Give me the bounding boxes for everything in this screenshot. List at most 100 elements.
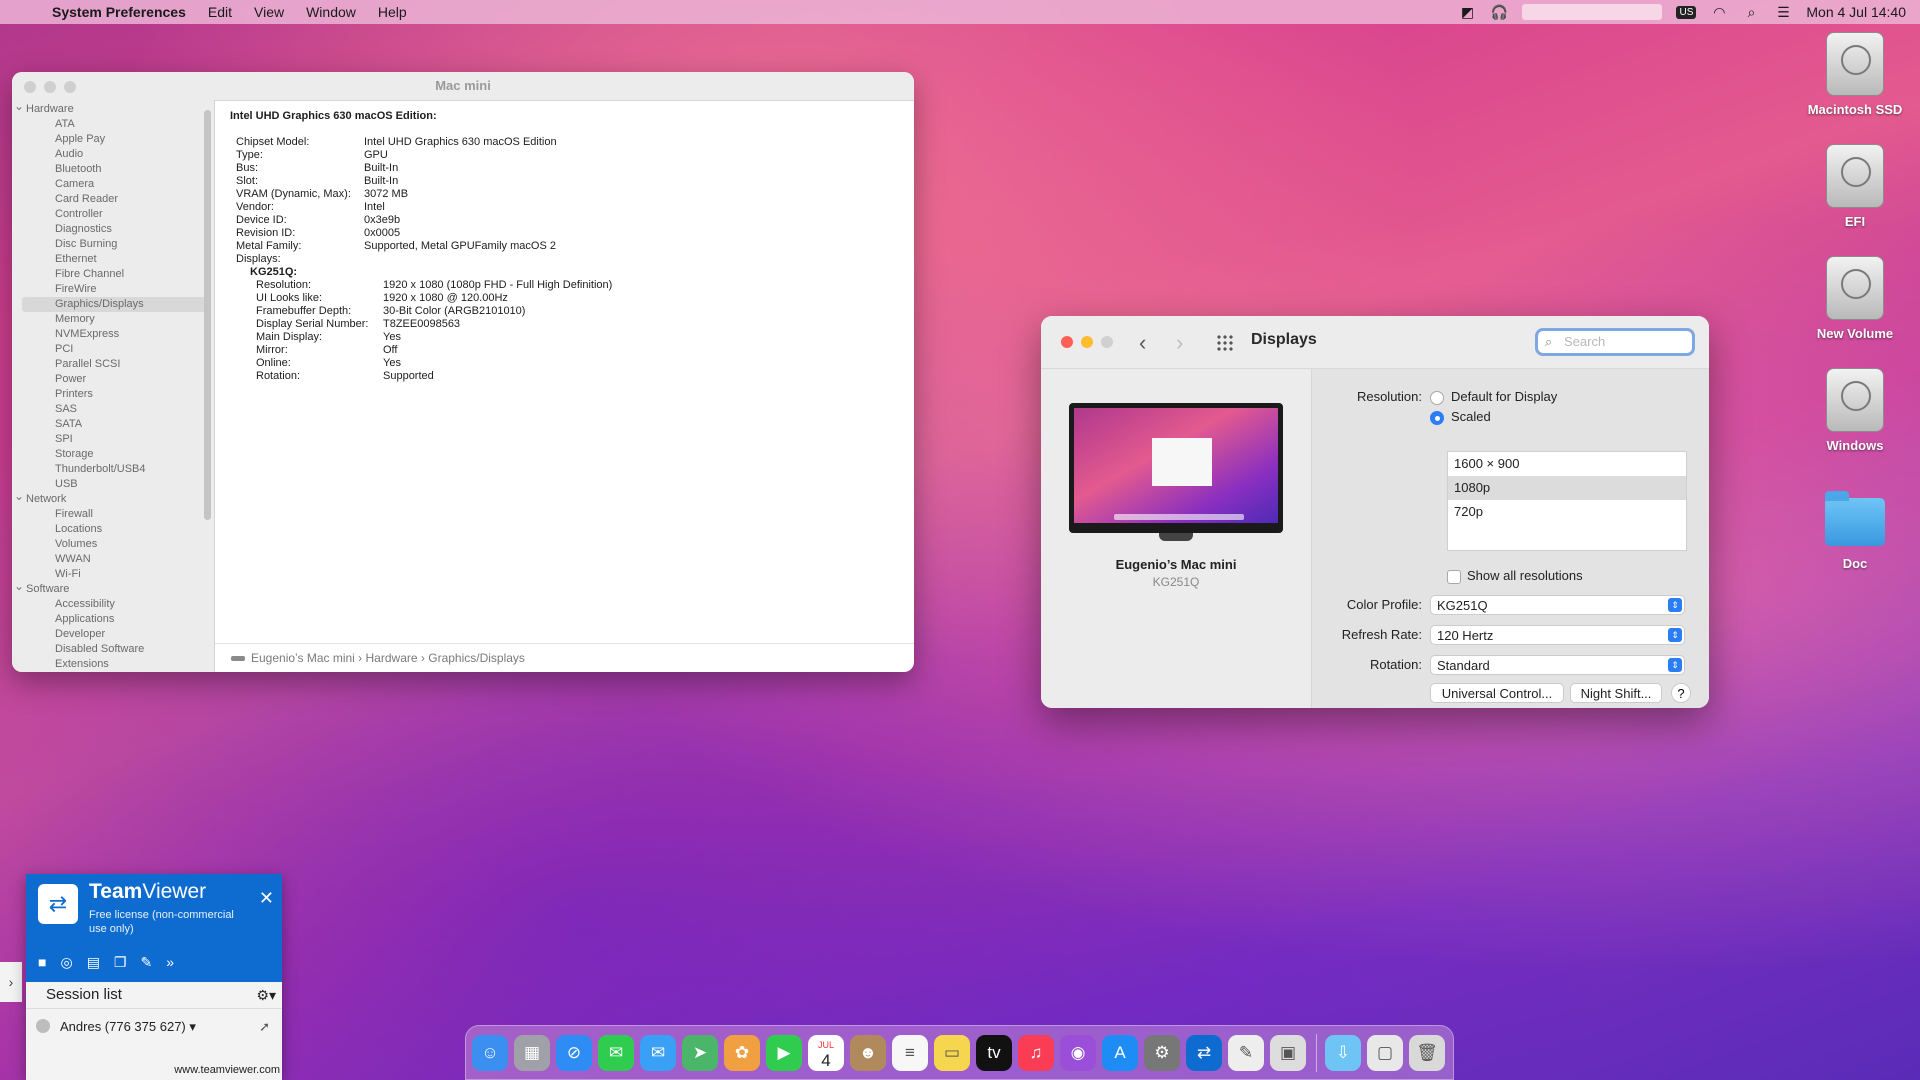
gear-icon[interactable]: ⚙▾	[256, 982, 276, 1008]
photos-icon[interactable]: ✿	[724, 1034, 760, 1071]
screenshot-icon[interactable]: ▢	[1367, 1034, 1403, 1071]
messages-icon[interactable]: ✉	[598, 1034, 634, 1071]
minimize-button[interactable]	[44, 81, 56, 93]
sidebar-item[interactable]: Audio	[12, 147, 214, 162]
sidebar-item[interactable]: Camera	[12, 177, 214, 192]
teamviewer-collapse-tab[interactable]: ›	[0, 962, 22, 1002]
wifi-icon[interactable]: ◠	[1710, 3, 1728, 21]
sidebar-item[interactable]: SPI	[12, 432, 214, 447]
resolution-option-selected[interactable]: 1080p	[1448, 476, 1686, 500]
calendar-icon[interactable]: JUL 4	[808, 1034, 844, 1071]
apple-menu-icon[interactable]	[18, 3, 36, 21]
radio-default-label[interactable]: Default for Display	[1451, 389, 1557, 404]
zoom-button[interactable]	[1101, 336, 1113, 348]
teamviewer-url[interactable]: www.teamviewer.com	[26, 1064, 280, 1076]
window-titlebar[interactable]: Mac mini	[12, 72, 914, 101]
sidebar-item[interactable]: Diagnostics	[12, 222, 214, 237]
contacts-icon[interactable]: ☻	[850, 1034, 886, 1071]
desktop-icon-macintosh-ssd[interactable]: Macintosh SSD	[1790, 32, 1920, 117]
reminders-icon[interactable]: ≡	[892, 1034, 928, 1071]
back-icon[interactable]: ‹	[1139, 330, 1146, 356]
sidebar-scrollbar[interactable]	[204, 110, 211, 520]
files-icon[interactable]: ❐	[114, 954, 127, 971]
menu-view[interactable]: View	[254, 4, 284, 20]
teamviewer-icon[interactable]: ⇄	[1186, 1034, 1222, 1071]
sidebar-item[interactable]: USB	[12, 477, 214, 492]
facetime-icon[interactable]: ▶	[766, 1034, 802, 1071]
sidebar-item[interactable]: Disabled Software	[12, 642, 214, 657]
more-icon[interactable]: »	[166, 954, 174, 971]
menu-edit[interactable]: Edit	[208, 4, 232, 20]
sidebar-item[interactable]: Applications	[12, 612, 214, 627]
app-store-icon[interactable]: A	[1102, 1034, 1138, 1071]
sidebar-item[interactable]: SATA	[12, 417, 214, 432]
sidebar-item[interactable]: WWAN	[12, 552, 214, 567]
sidebar-group[interactable]: Hardware	[12, 100, 214, 117]
sidebar-item[interactable]: Accessibility	[12, 597, 214, 612]
notes-icon[interactable]: ▭	[934, 1034, 970, 1071]
radio-scaled-label[interactable]: Scaled	[1451, 409, 1491, 424]
headphones-icon[interactable]: 🎧	[1490, 3, 1508, 21]
refresh-rate-popup[interactable]: 120 Hertz ⇕	[1430, 625, 1685, 645]
sidebar-item[interactable]: Thunderbolt/USB4	[12, 462, 214, 477]
sidebar-item[interactable]: PCI	[12, 342, 214, 357]
sidebar-item[interactable]: FireWire	[12, 282, 214, 297]
maps-icon[interactable]: ➤	[682, 1034, 718, 1071]
session-contact[interactable]: Andres (776 375 627) ▾ ➚	[26, 1009, 282, 1045]
forward-icon[interactable]: ›	[1176, 330, 1183, 356]
menubar-search-field[interactable]	[1522, 4, 1663, 20]
activity-icon[interactable]: ◩	[1458, 3, 1476, 21]
sidebar-item[interactable]: Firewall	[12, 507, 214, 522]
rotation-popup[interactable]: Standard ⇕	[1430, 655, 1685, 675]
audio-icon[interactable]: ◎	[60, 954, 72, 971]
sidebar-item[interactable]: Card Reader	[12, 192, 214, 207]
desktop-icon-efi[interactable]: EFI	[1790, 144, 1920, 229]
show-all-resolutions-checkbox[interactable]	[1447, 570, 1461, 584]
sidebar-item[interactable]: Bluetooth	[12, 162, 214, 177]
help-button[interactable]: ?	[1671, 683, 1691, 703]
downloads-folder-icon[interactable]: ⇩	[1325, 1034, 1361, 1071]
apple-tv-icon[interactable]: tv	[976, 1034, 1012, 1071]
sidebar-item[interactable]: Volumes	[12, 537, 214, 552]
sidebar-item[interactable]: ATA	[12, 117, 214, 132]
sidebar-item[interactable]: Locations	[12, 522, 214, 537]
close-button[interactable]	[1061, 336, 1073, 348]
podcasts-icon[interactable]: ◉	[1060, 1034, 1096, 1071]
chat-icon[interactable]: ▤	[87, 954, 100, 971]
night-shift-button[interactable]: Night Shift...	[1570, 683, 1662, 703]
mail-icon[interactable]: ✉	[640, 1034, 676, 1071]
resolution-option[interactable]: 720p	[1448, 500, 1686, 524]
menubar-clock[interactable]: Mon 4 Jul 14:40	[1806, 4, 1906, 20]
zoom-button[interactable]	[64, 81, 76, 93]
resolution-option[interactable]: 1600 × 900	[1448, 452, 1686, 476]
sidebar-item[interactable]: SAS	[12, 402, 214, 417]
close-button[interactable]	[24, 81, 36, 93]
control-center-icon[interactable]: ☰	[1774, 3, 1792, 21]
system-preferences-icon[interactable]: ⚙	[1144, 1034, 1180, 1071]
universal-control-button[interactable]: Universal Control...	[1430, 683, 1564, 703]
sidebar-item[interactable]: Storage	[12, 447, 214, 462]
show-all-resolutions-label[interactable]: Show all resolutions	[1467, 568, 1583, 583]
close-icon[interactable]: ✕	[259, 888, 274, 909]
safari-icon[interactable]: ⊘	[556, 1034, 592, 1071]
desktop-icon-doc[interactable]: Doc	[1790, 488, 1920, 571]
color-profile-popup[interactable]: KG251Q ⇕	[1430, 595, 1685, 615]
sidebar-item[interactable]: Memory	[12, 312, 214, 327]
show-all-grid-icon[interactable]	[1216, 334, 1234, 352]
sidebar-item[interactable]: Parallel SCSI	[12, 357, 214, 372]
input-source-badge[interactable]: US	[1676, 5, 1697, 19]
sidebar-item[interactable]: Printers	[12, 387, 214, 402]
video-icon[interactable]: ■	[38, 954, 46, 971]
sidebar-item[interactable]: Controller	[12, 207, 214, 222]
desktop-icon-windows[interactable]: Windows	[1790, 368, 1920, 453]
preview-icon[interactable]: ▣	[1270, 1034, 1306, 1071]
path-item[interactable]: Eugenio’s Mac mini	[251, 651, 355, 665]
radio-scaled[interactable]	[1430, 411, 1444, 425]
menu-help[interactable]: Help	[378, 4, 407, 20]
sidebar-item[interactable]: Power	[12, 372, 214, 387]
spotlight-search-icon[interactable]: ⌕	[1742, 3, 1760, 21]
trash-icon[interactable]: 🗑	[1409, 1034, 1445, 1071]
sidebar-item[interactable]: NVMExpress	[12, 327, 214, 342]
sidebar-item[interactable]: Apple Pay	[12, 132, 214, 147]
sidebar-item[interactable]: Disc Burning	[12, 237, 214, 252]
